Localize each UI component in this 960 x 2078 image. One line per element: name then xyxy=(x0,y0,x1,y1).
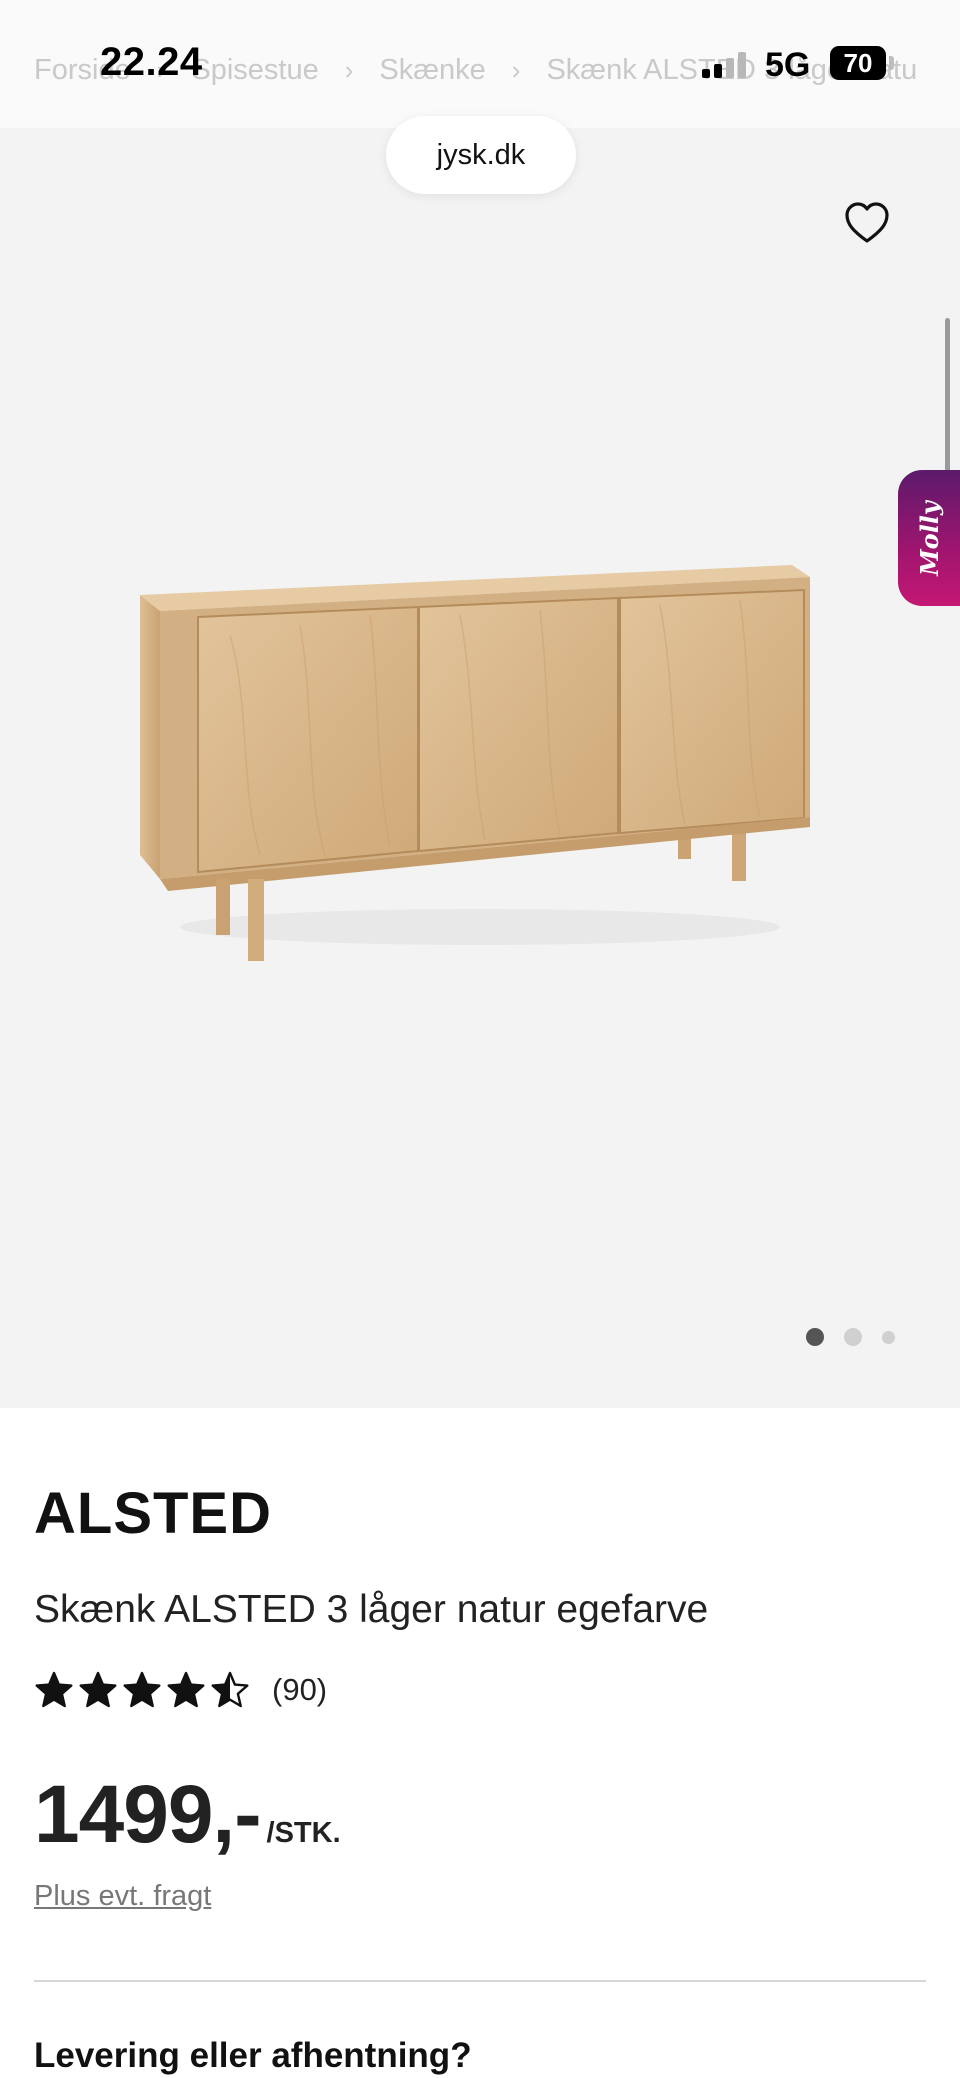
battery-cap xyxy=(889,56,894,70)
gallery-dot-3[interactable] xyxy=(882,1330,895,1344)
star-filled-icon xyxy=(167,1671,205,1708)
molly-chat-label: Molly xyxy=(914,500,944,576)
rating-stars xyxy=(34,1670,254,1710)
product-rating[interactable]: (90) xyxy=(34,1670,327,1710)
product-image-sideboard[interactable] xyxy=(140,555,820,975)
review-count[interactable]: (90) xyxy=(272,1672,327,1708)
star-filled-icon xyxy=(123,1671,161,1708)
status-time: 22.24 xyxy=(100,40,203,84)
product-name: Skænk ALSTED 3 låger natur egefarve xyxy=(34,1588,709,1631)
network-type: 5G xyxy=(765,46,811,84)
address-bar-url: jysk.dk xyxy=(436,138,526,171)
status-bar: 22.24 5G 70 xyxy=(0,0,960,128)
product-price: 1499,- xyxy=(34,1769,262,1860)
delivery-heading[interactable]: Levering eller afhentning? xyxy=(34,2036,472,2076)
star-filled-icon xyxy=(79,1671,117,1708)
price-unit: /STK. xyxy=(266,1817,341,1849)
gallery-dot-1[interactable] xyxy=(806,1328,824,1346)
battery-level: 70 xyxy=(843,47,873,78)
product-brand: ALSTED xyxy=(34,1481,272,1546)
molly-chat-button[interactable]: Molly xyxy=(898,470,960,606)
battery-icon: 70 xyxy=(830,46,886,80)
shipping-note-link[interactable]: Plus evt. fragt xyxy=(34,1880,211,1913)
gallery-pagination xyxy=(806,1328,915,1346)
product-gallery[interactable]: Forside › Spisestue › Skænke › Skænk ALS… xyxy=(0,0,960,1408)
star-half-icon xyxy=(211,1671,249,1708)
heart-outline-icon[interactable] xyxy=(843,200,891,246)
address-bar[interactable]: jysk.dk xyxy=(386,116,576,194)
signal-strength-icon xyxy=(702,52,752,78)
gallery-dot-2[interactable] xyxy=(844,1328,862,1346)
star-filled-icon xyxy=(35,1671,73,1708)
divider xyxy=(34,1980,926,1982)
price-row: 1499,- /STK. xyxy=(34,1768,341,1862)
